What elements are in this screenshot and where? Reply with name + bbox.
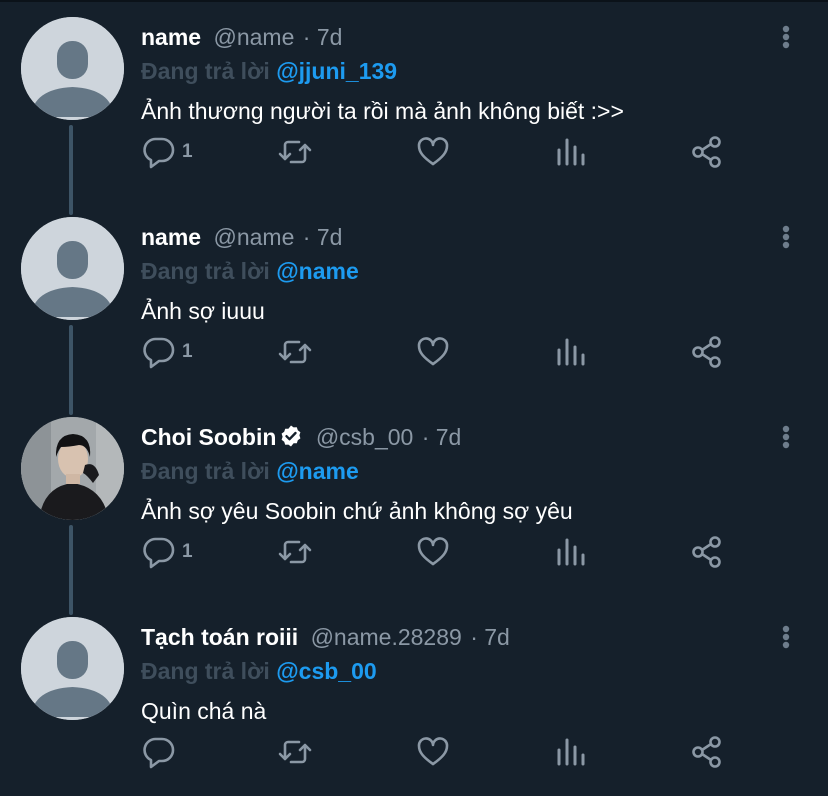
- share-icon: [692, 536, 721, 568]
- like-button[interactable]: [416, 132, 450, 172]
- share-icon: [692, 736, 721, 768]
- reply-icon: [143, 537, 175, 569]
- user-handle[interactable]: @name: [213, 224, 294, 250]
- like-button[interactable]: [416, 532, 450, 572]
- tweet-actions: [0, 732, 828, 772]
- tweet-actions: 1: [0, 332, 828, 372]
- replying-to: Đang trả lời @name: [141, 256, 359, 286]
- timestamp[interactable]: · 7d: [470, 624, 510, 650]
- tweet[interactable]: name @name · 7d Đang trả lời @name Ảnh s…: [0, 200, 828, 400]
- heart-icon: [417, 537, 449, 566]
- analytics-icon: [557, 338, 585, 366]
- reply-count: 1: [182, 341, 193, 362]
- more-options-icon[interactable]: [772, 20, 800, 60]
- tweet[interactable]: Choi Soobin @csb_00 · 7d Đang trả lời @n…: [0, 400, 828, 600]
- reply-icon: [143, 137, 175, 169]
- share-icon: [692, 336, 721, 368]
- share-button[interactable]: [690, 532, 724, 572]
- replying-label: Đang trả lời: [141, 658, 270, 684]
- retweet-icon: [278, 540, 312, 564]
- tweet-text: Ảnh sợ iuuu: [141, 298, 265, 324]
- heart-icon: [417, 337, 449, 366]
- retweet-button[interactable]: [277, 732, 313, 772]
- reply-count: 1: [182, 541, 193, 562]
- mention-link[interactable]: @jjuni_139: [276, 58, 397, 84]
- mention-link[interactable]: @name: [276, 258, 359, 284]
- retweet-button[interactable]: [277, 132, 313, 172]
- display-name[interactable]: name: [141, 224, 201, 250]
- tweet[interactable]: Tạch toán roiii @name.28289 · 7d Đang tr…: [0, 600, 828, 796]
- retweet-icon: [278, 140, 312, 164]
- display-name[interactable]: Choi Soobin: [141, 424, 276, 450]
- analytics-icon: [557, 538, 585, 566]
- mention-link[interactable]: @name: [276, 458, 359, 484]
- heart-icon: [417, 737, 449, 766]
- share-button[interactable]: [690, 332, 724, 372]
- more-options-icon[interactable]: [772, 620, 800, 660]
- tweet-actions: 1: [0, 532, 828, 572]
- replying-label: Đang trả lời: [141, 458, 270, 484]
- replying-to: Đang trả lời @csb_00: [141, 656, 377, 686]
- mention-link[interactable]: @csb_00: [276, 658, 376, 684]
- photo-avatar[interactable]: [21, 417, 124, 520]
- timestamp[interactable]: · 7d: [303, 24, 343, 50]
- reply-button[interactable]: [142, 732, 182, 772]
- more-options-icon[interactable]: [772, 420, 800, 460]
- display-name[interactable]: Tạch toán roiii: [141, 624, 298, 650]
- tweet-header: Choi Soobin @csb_00 · 7d: [141, 422, 461, 455]
- analytics-icon: [557, 138, 585, 166]
- verified-badge-icon: [279, 424, 303, 455]
- more-options-icon[interactable]: [772, 220, 800, 260]
- analytics-button[interactable]: [555, 732, 587, 772]
- tweet-text: Quìn chá nà: [141, 698, 267, 724]
- analytics-button[interactable]: [555, 132, 587, 172]
- replying-to: Đang trả lời @jjuni_139: [141, 56, 397, 86]
- tweet-text: Ảnh thương người ta rồi mà ảnh không biế…: [141, 98, 624, 124]
- tweet-actions: 1: [0, 132, 828, 172]
- tweet[interactable]: name @name · 7d Đang trả lời @jjuni_139 …: [0, 0, 828, 200]
- tweet-header: name @name · 7d: [141, 22, 342, 52]
- retweet-button[interactable]: [277, 532, 313, 572]
- timestamp[interactable]: · 7d: [303, 224, 343, 250]
- tweet-header: name @name · 7d: [141, 222, 342, 252]
- timestamp[interactable]: · 7d: [422, 424, 462, 450]
- display-name[interactable]: name: [141, 24, 201, 50]
- user-handle[interactable]: @name: [213, 24, 294, 50]
- reply-button[interactable]: 1: [142, 132, 193, 172]
- default-avatar[interactable]: [21, 617, 124, 720]
- default-avatar[interactable]: [21, 217, 124, 320]
- share-button[interactable]: [690, 132, 724, 172]
- analytics-icon: [557, 738, 585, 766]
- heart-icon: [417, 137, 449, 166]
- reply-button[interactable]: 1: [142, 332, 193, 372]
- retweet-icon: [278, 740, 312, 764]
- tweet-text: Ảnh sợ yêu Soobin chứ ảnh không sợ yêu: [141, 498, 573, 524]
- like-button[interactable]: [416, 732, 450, 772]
- reply-count: 1: [182, 141, 193, 162]
- reply-icon: [143, 737, 175, 769]
- default-avatar[interactable]: [21, 17, 124, 120]
- share-icon: [692, 136, 721, 168]
- analytics-button[interactable]: [555, 332, 587, 372]
- share-button[interactable]: [690, 732, 724, 772]
- replying-label: Đang trả lời: [141, 58, 270, 84]
- reply-icon: [143, 337, 175, 369]
- tweet-header: Tạch toán roiii @name.28289 · 7d: [141, 622, 510, 652]
- analytics-button[interactable]: [555, 532, 587, 572]
- replying-to: Đang trả lời @name: [141, 456, 359, 486]
- reply-button[interactable]: 1: [142, 532, 193, 572]
- like-button[interactable]: [416, 332, 450, 372]
- user-handle[interactable]: @name.28289: [311, 624, 462, 650]
- retweet-button[interactable]: [277, 332, 313, 372]
- replying-label: Đang trả lời: [141, 258, 270, 284]
- retweet-icon: [278, 340, 312, 364]
- user-handle[interactable]: @csb_00: [316, 424, 414, 450]
